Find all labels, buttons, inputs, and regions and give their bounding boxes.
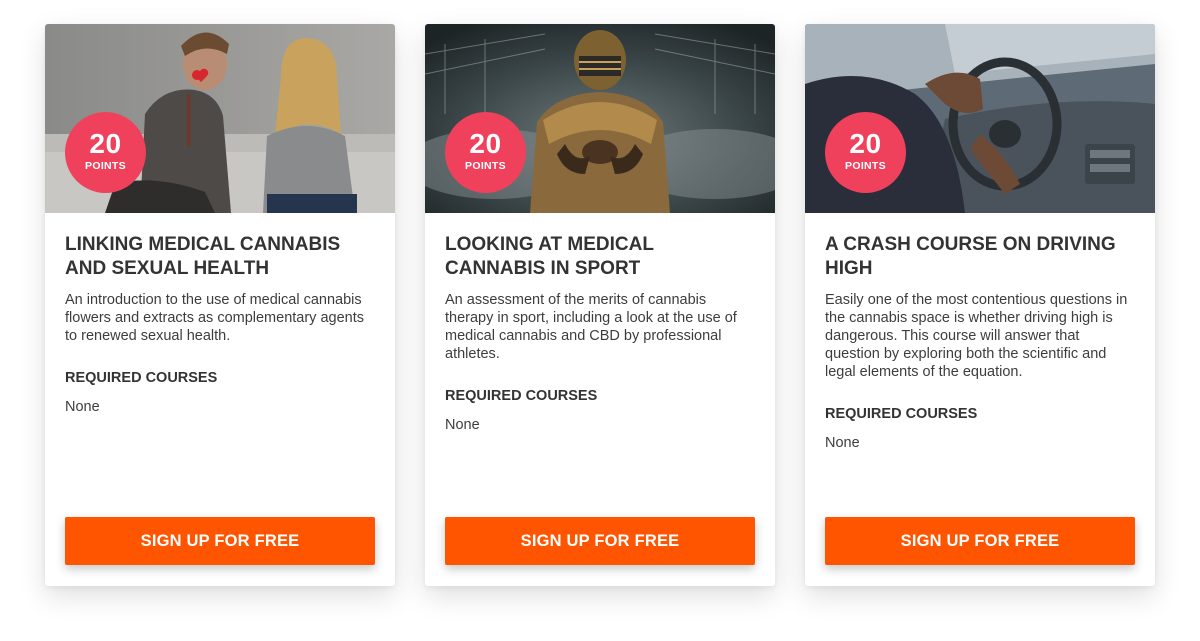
required-courses-value: None	[445, 417, 480, 433]
course-image: 20 POINTS	[805, 24, 1155, 213]
course-title: LOOKING AT MEDICAL CANNABIS IN SPORT	[445, 234, 654, 279]
course-image: 20 POINTS	[45, 24, 395, 213]
points-badge: 20 POINTS	[445, 112, 526, 193]
course-body: LINKING MEDICAL CANNABIS AND SEXUAL HEAL…	[65, 233, 377, 416]
points-value: 20	[469, 128, 502, 159]
course-description: An assessment of the merits of cannabis …	[445, 292, 737, 362]
course-title: LINKING MEDICAL CANNABIS AND SEXUAL HEAL…	[65, 234, 341, 279]
required-courses-heading: REQUIRED COURSES	[825, 406, 978, 422]
required-courses-heading: REQUIRED COURSES	[65, 370, 218, 386]
course-card: 20 POINTS LINKING MEDICAL CANNABIS AND S…	[45, 24, 395, 586]
course-card: 20 POINTS LOOKING AT MEDICAL CANNABIS IN…	[425, 24, 775, 586]
course-body: A CRASH COURSE ON DRIVING HIGH Easily on…	[825, 233, 1137, 452]
course-body: LOOKING AT MEDICAL CANNABIS IN SPORT An …	[445, 233, 757, 434]
course-card: 20 POINTS A CRASH COURSE ON DRIVING HIGH…	[805, 24, 1155, 586]
required-courses-heading: REQUIRED COURSES	[445, 388, 598, 404]
points-value: 20	[849, 128, 882, 159]
course-card-grid: 20 POINTS LINKING MEDICAL CANNABIS AND S…	[0, 0, 1200, 641]
course-title: A CRASH COURSE ON DRIVING HIGH	[825, 234, 1116, 279]
required-courses-value: None	[65, 399, 100, 415]
sign-up-button[interactable]: SIGN UP FOR FREE	[445, 517, 755, 565]
points-label: POINTS	[85, 160, 126, 172]
course-description: An introduction to the use of medical ca…	[65, 292, 364, 344]
sign-up-button[interactable]: SIGN UP FOR FREE	[825, 517, 1135, 565]
sign-up-button[interactable]: SIGN UP FOR FREE	[65, 517, 375, 565]
points-badge: 20 POINTS	[65, 112, 146, 193]
points-label: POINTS	[465, 160, 506, 172]
course-description: Easily one of the most contentious quest…	[825, 292, 1128, 380]
points-value: 20	[89, 128, 122, 159]
points-label: POINTS	[845, 160, 886, 172]
points-badge: 20 POINTS	[825, 112, 906, 193]
required-courses-value: None	[825, 435, 860, 451]
course-image: 20 POINTS	[425, 24, 775, 213]
